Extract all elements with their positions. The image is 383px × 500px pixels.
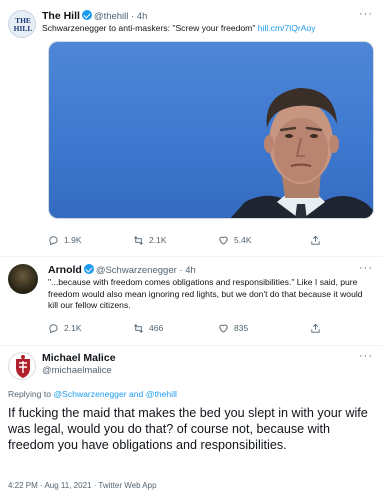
more-options-icon[interactable]: ···	[359, 8, 373, 20]
reply-action[interactable]: 1.9K	[48, 233, 82, 247]
retweet-action[interactable]: 2.1K	[133, 233, 167, 247]
retweet-icon	[134, 235, 143, 245]
tweet-photo[interactable]	[48, 41, 374, 219]
author-handle[interactable]: @michaelmalice	[42, 365, 112, 376]
tweet-text-body: Schwarzenegger to anti-maskers: "Screw y…	[42, 23, 258, 33]
portrait-illustration	[230, 88, 373, 218]
share-action[interactable]	[310, 233, 321, 247]
author-handle[interactable]: @thehill · 4h	[94, 11, 147, 22]
tweet-link[interactable]: hill.cm/7lQrAoy	[258, 23, 316, 33]
reply-count: 1.9K	[64, 235, 82, 245]
reply-icon	[49, 323, 58, 333]
author-name[interactable]: The Hill	[42, 10, 80, 22]
heart-icon	[219, 236, 228, 245]
author-line: The Hill @thehill · 4h	[42, 10, 147, 22]
divider	[0, 256, 383, 257]
like-action[interactable]: 835	[218, 321, 248, 335]
retweet-action[interactable]: 466	[133, 321, 163, 335]
avatar-the-hill[interactable]: THE HILL	[8, 10, 36, 38]
more-options-icon[interactable]: ···	[359, 350, 373, 362]
heart-icon	[219, 324, 228, 333]
share-icon	[311, 323, 320, 333]
author-name[interactable]: Michael Malice	[42, 352, 116, 364]
replying-to-label: Replying to	[8, 389, 54, 399]
retweet-count: 466	[149, 323, 164, 333]
like-count: 835	[234, 323, 249, 333]
reply-action[interactable]: 2.1K	[48, 321, 82, 335]
replying-to-links[interactable]: @Schwarzenegger and @thehill	[53, 389, 177, 399]
retweet-count: 2.1K	[149, 235, 167, 245]
tweet-timestamp[interactable]: 4:22 PM · Aug 11, 2021 · Twitter Web App	[8, 481, 157, 490]
tweet-text: Schwarzenegger to anti-maskers: "Screw y…	[42, 23, 372, 35]
like-count: 5.4K	[234, 235, 252, 245]
verified-badge-icon	[83, 264, 94, 274]
reply-count: 2.1K	[64, 323, 82, 333]
tweet-text: If fucking the maid that makes the bed y…	[8, 406, 368, 452]
more-options-icon[interactable]: ···	[359, 262, 373, 274]
reply-icon	[49, 235, 58, 245]
author-handle[interactable]: @Schwarzenegger · 4h	[96, 265, 196, 276]
avatar-michael-malice[interactable]	[8, 352, 36, 380]
tweet-actions: 1.9K 2.1K 5.4K	[48, 233, 348, 247]
replying-to-line: Replying to @Schwarzenegger and @thehill	[8, 389, 177, 399]
verified-badge-icon	[81, 10, 92, 20]
tweet-the-hill[interactable]: THE HILL The Hill @thehill · 4h ··· Schwa…	[0, 0, 383, 255]
like-action[interactable]: 5.4K	[218, 233, 252, 247]
tweet-text: "...because with freedom comes obligatio…	[48, 277, 363, 310]
author-name[interactable]: Arnold	[48, 264, 82, 276]
share-icon	[311, 235, 320, 245]
avatar-arnold[interactable]	[8, 264, 38, 294]
share-action[interactable]	[310, 321, 321, 335]
author-line: Arnold @Schwarzenegger · 4h	[48, 264, 196, 276]
tweet-actions: 2.1K 466 835	[48, 321, 348, 335]
the-hill-logo: THE HILL	[13, 16, 33, 33]
retweet-icon	[134, 323, 143, 333]
